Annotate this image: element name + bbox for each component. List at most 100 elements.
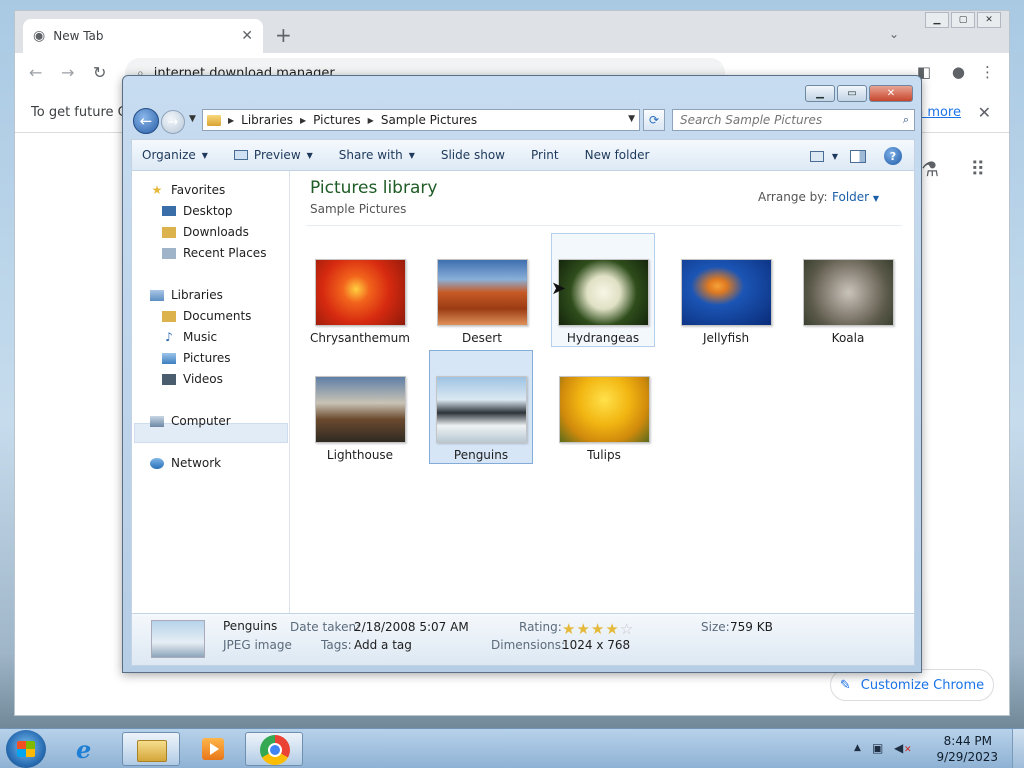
forward-arrow-icon[interactable]: →	[61, 63, 74, 82]
thumbnail-koala[interactable]: Koala	[796, 233, 900, 347]
chevron-right-icon[interactable]: ▶	[368, 116, 374, 125]
organize-label: Organize	[142, 148, 196, 162]
selected-file-thumbnail	[151, 620, 205, 658]
clock-date[interactable]: 9/29/2023	[936, 750, 998, 764]
thumbnail-jellyfish[interactable]: Jellyfish	[674, 233, 778, 347]
close-tab-icon[interactable]: ✕	[241, 28, 253, 44]
nav-favorites[interactable]: ★ Favorites	[150, 183, 226, 197]
reload-icon[interactable]: ↻	[93, 63, 106, 82]
taskbar-media-player[interactable]	[184, 732, 242, 766]
rating-stars[interactable]: ★ ★ ★ ★ ☆	[562, 620, 634, 638]
volume-icon[interactable]: ◀	[894, 741, 903, 755]
breadcrumb-sample-pictures[interactable]: Sample Pictures	[381, 113, 477, 127]
nav-documents[interactable]: Documents	[162, 309, 251, 323]
preview-pane-icon[interactable]	[850, 149, 866, 163]
chevron-right-icon[interactable]: ▶	[228, 116, 234, 125]
star-icon[interactable]: ★	[576, 620, 589, 638]
change-view-icon[interactable]	[809, 150, 824, 162]
jellyfish-image	[681, 259, 772, 326]
forward-button[interactable]: →	[161, 110, 185, 134]
organize-button[interactable]: Organize ▼	[142, 148, 208, 162]
nav-music[interactable]: ♪ Music	[162, 330, 217, 344]
tab-search-chevron-icon[interactable]: ⌄	[889, 27, 899, 41]
date-taken-value[interactable]: 2/18/2008 5:07 AM	[354, 620, 469, 634]
breadcrumb-pictures[interactable]: Pictures	[313, 113, 361, 127]
windows-logo-lower-icon	[17, 749, 35, 757]
breadcrumb-libraries[interactable]: Libraries	[241, 113, 293, 127]
nav-network[interactable]: Network	[150, 456, 221, 470]
search-input[interactable]	[680, 113, 890, 127]
nav-label: Pictures	[183, 351, 231, 365]
slide-show-button[interactable]: Slide show	[441, 148, 505, 162]
new-tab-button[interactable]: +	[275, 23, 292, 47]
star-icon[interactable]: ★	[605, 620, 618, 638]
customize-chrome-button[interactable]: ✎ Customize Chrome	[830, 669, 994, 701]
taskbar-chrome[interactable]	[245, 732, 303, 766]
chrome-menu-icon[interactable]: ⋮	[980, 63, 995, 81]
labs-flask-icon[interactable]: ⚗	[921, 157, 939, 181]
play-icon	[210, 743, 219, 755]
show-hidden-icons-icon[interactable]: ▲	[854, 743, 861, 753]
close-window-button[interactable]: ✕	[977, 12, 1001, 28]
help-icon[interactable]: ?	[884, 147, 902, 165]
google-apps-icon[interactable]: ⠿	[970, 157, 985, 181]
nav-downloads[interactable]: Downloads	[162, 225, 249, 239]
nav-desktop[interactable]: Desktop	[162, 204, 233, 218]
refresh-button[interactable]: ⟳	[643, 109, 665, 131]
thumbnail-label: Hydrangeas	[566, 331, 640, 345]
thumbnail-chrysanthemum[interactable]: Chrysanthemum	[308, 233, 412, 347]
chevron-down-icon[interactable]: ▼	[832, 152, 838, 161]
chevron-right-icon[interactable]: ▶	[300, 116, 306, 125]
nav-pictures[interactable]: Pictures	[162, 351, 231, 365]
system-tray: ▲ ▣ ◀ ✕ 8:44 PM 9/29/2023	[854, 733, 1014, 765]
search-box[interactable]: ⌕	[672, 109, 915, 131]
start-button[interactable]	[6, 730, 46, 768]
recent-pages-dropdown-icon[interactable]: ▼	[189, 114, 196, 124]
new-folder-button[interactable]: New folder	[585, 148, 650, 162]
customize-chrome-label: Customize Chrome	[860, 677, 985, 693]
taskbar: e ▲ ▣ ◀ ✕ 8:44 PM 9/29/2023	[0, 728, 1024, 768]
star-empty-icon[interactable]: ☆	[620, 620, 633, 638]
thumbnail-penguins[interactable]: Penguins	[429, 350, 533, 464]
profile-avatar-icon[interactable]: ●	[952, 63, 965, 81]
show-desktop-button[interactable]	[1012, 729, 1024, 768]
thumbnail-tulips[interactable]: Tulips	[552, 350, 656, 464]
share-with-button[interactable]: Share with ▼	[339, 148, 415, 162]
nav-videos[interactable]: Videos	[162, 372, 223, 386]
address-history-dropdown-icon[interactable]: ▼	[628, 114, 635, 124]
thumbnail-hydrangeas[interactable]: Hydrangeas	[551, 233, 655, 347]
explorer-maximize-button[interactable]: ▭	[837, 85, 867, 102]
thumbnail-lighthouse[interactable]: Lighthouse	[308, 350, 412, 464]
nav-libraries[interactable]: Libraries	[150, 288, 223, 302]
preview-icon	[233, 150, 248, 160]
star-icon[interactable]: ★	[562, 620, 575, 638]
penguins-image	[436, 376, 527, 443]
arrange-by-value: Folder	[832, 190, 870, 204]
minimize-button[interactable]: ▁	[925, 12, 949, 28]
network-icon	[150, 457, 164, 469]
thumbnail-label: Lighthouse	[326, 448, 394, 462]
maximize-button[interactable]: ▢	[951, 12, 975, 28]
magnifier-icon[interactable]: ⌕	[903, 113, 909, 127]
nav-computer[interactable]: Computer	[150, 414, 231, 428]
address-bar[interactable]: ▶ Libraries ▶ Pictures ▶ Sample Pictures…	[202, 109, 640, 131]
nav-recent-places[interactable]: Recent Places	[162, 246, 266, 260]
back-button[interactable]: ←	[133, 108, 159, 134]
chrome-favicon-icon: ◉	[33, 28, 46, 44]
chevron-down-icon: ▼	[201, 150, 208, 160]
explorer-close-button[interactable]: ✕	[869, 85, 913, 102]
explorer-minimize-button[interactable]: ▁	[805, 85, 835, 102]
preview-button[interactable]: Preview ▼	[233, 148, 313, 162]
thumbnail-desert[interactable]: Desert	[430, 233, 534, 347]
star-icon[interactable]: ★	[591, 620, 604, 638]
clock-time[interactable]: 8:44 PM	[944, 734, 992, 748]
taskbar-internet-explorer[interactable]: e	[60, 732, 118, 766]
arrange-by-dropdown[interactable]: Folder ▼	[832, 190, 879, 204]
network-tray-icon[interactable]: ▣	[872, 741, 883, 755]
taskbar-windows-explorer[interactable]	[122, 732, 180, 766]
print-button[interactable]: Print	[531, 148, 559, 162]
info-bar-close-icon[interactable]: ✕	[978, 103, 991, 122]
chrome-tab-new-tab[interactable]: ◉ New Tab ✕	[23, 19, 263, 53]
tags-value[interactable]: Add a tag	[354, 638, 412, 652]
back-arrow-icon[interactable]: ←	[29, 63, 42, 82]
